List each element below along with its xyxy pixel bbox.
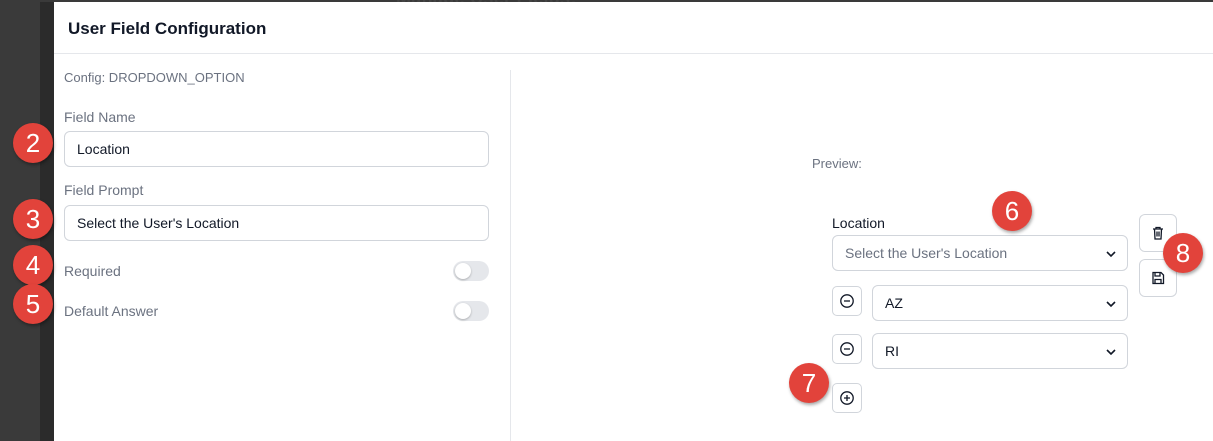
- select-placeholder: Select the User's Location: [845, 245, 1008, 261]
- trash-icon: [1153, 226, 1163, 240]
- modal-header: User Field Configuration: [54, 2, 1213, 54]
- annotation-badge: 6: [992, 191, 1032, 231]
- add-option-button[interactable]: [832, 383, 862, 413]
- modal-title: User Field Configuration: [68, 19, 267, 38]
- toggle-knob: [455, 263, 471, 279]
- config-type-label: Config: DROPDOWN_OPTION: [64, 70, 245, 85]
- annotation-badge: 7: [789, 363, 829, 403]
- field-prompt-label: Field Prompt: [64, 182, 144, 198]
- annotation-badge: 5: [13, 284, 53, 324]
- field-name-input[interactable]: [64, 131, 489, 167]
- minus-circle-icon: [840, 342, 854, 356]
- annotation-badge: 8: [1163, 233, 1203, 273]
- option-select[interactable]: RI: [872, 333, 1128, 369]
- annotation-badge: 4: [13, 245, 53, 285]
- user-field-config-modal: User Field Configuration Config: DROPDOW…: [40, 2, 1213, 441]
- preview-field-label: Location: [832, 215, 885, 231]
- annotation-badge: 2: [13, 123, 53, 163]
- chevron-down-icon: [1106, 251, 1116, 258]
- option-select[interactable]: AZ: [872, 285, 1128, 321]
- option-value: AZ: [885, 295, 903, 311]
- option-value: RI: [885, 343, 899, 359]
- chevron-down-icon: [1106, 301, 1116, 308]
- preview-label: Preview:: [812, 156, 862, 171]
- panel-divider: [510, 70, 511, 441]
- field-name-label: Field Name: [64, 109, 136, 125]
- preview-location-select[interactable]: Select the User's Location: [832, 235, 1128, 271]
- field-prompt-input[interactable]: [64, 205, 489, 241]
- minus-circle-icon: [840, 294, 854, 308]
- default-answer-label: Default Answer: [64, 303, 159, 319]
- annotation-badge: 3: [13, 199, 53, 239]
- required-label: Required: [64, 263, 121, 279]
- plus-circle-icon: [840, 391, 854, 405]
- default-answer-toggle[interactable]: [453, 301, 489, 321]
- remove-option-button[interactable]: [832, 286, 862, 316]
- required-toggle[interactable]: [453, 261, 489, 281]
- save-icon: [1152, 271, 1165, 285]
- chevron-down-icon: [1106, 349, 1116, 356]
- toggle-knob: [455, 303, 471, 319]
- remove-option-button[interactable]: [832, 334, 862, 364]
